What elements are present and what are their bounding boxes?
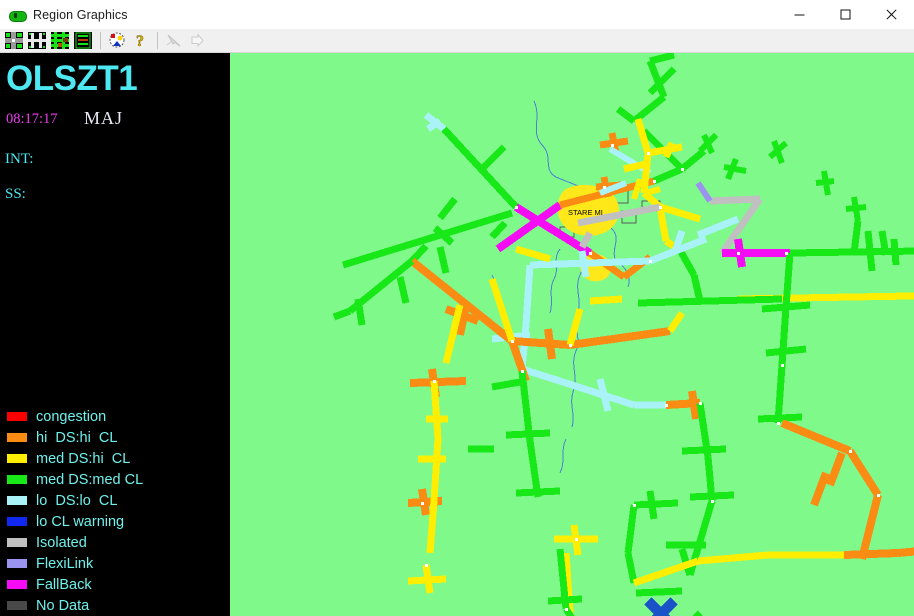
- status-badge: MAJ: [84, 108, 124, 128]
- clock-row: 08:17:17 MAJ: [6, 108, 226, 133]
- legend-swatch: [5, 515, 29, 528]
- svg-text:?: ?: [136, 33, 144, 49]
- toolbar-separator-2: [157, 32, 158, 49]
- legend-label: lo CL warning: [36, 513, 125, 530]
- legend-label: congestion: [36, 408, 107, 425]
- help-icon[interactable]: ?: [129, 30, 151, 51]
- legend: congestion hi DS:hi CL med DS:hi CL med …: [0, 406, 230, 616]
- clock: 08:17:17: [6, 111, 58, 127]
- int-label: INT:: [5, 151, 34, 167]
- title-bar: Region Graphics: [0, 0, 914, 30]
- list-view-icon[interactable]: [72, 30, 94, 51]
- legend-swatch: [5, 410, 29, 423]
- toolbar: ?: [0, 29, 914, 53]
- legend-swatch: [5, 578, 29, 591]
- legend-swatch: [5, 431, 29, 444]
- legend-label: FallBack: [36, 576, 92, 593]
- page-title: OLSZT1: [6, 59, 138, 98]
- legend-swatch: [5, 599, 29, 612]
- town-label: STARE MI: [568, 208, 603, 217]
- legend-label: med DS:hi CL: [36, 450, 131, 467]
- legend-label: med DS:med CL: [36, 471, 144, 488]
- legend-swatch: [5, 557, 29, 570]
- status-panel: OLSZT1 08:17:17 MAJ INT: SS: congestion …: [0, 53, 230, 616]
- legend-item[interactable]: hi DS:hi CL: [0, 427, 230, 448]
- legend-swatch: [5, 494, 29, 507]
- undo-pick-icon: [163, 30, 185, 51]
- window-controls: [776, 0, 914, 29]
- palette-icon[interactable]: [106, 30, 128, 51]
- legend-item[interactable]: FlexiLink: [0, 553, 230, 574]
- legend-swatch: [5, 536, 29, 549]
- legend-label: Isolated: [36, 534, 87, 551]
- window-title: Region Graphics: [33, 7, 128, 22]
- forward-arrow-icon: [186, 30, 208, 51]
- legend-label: lo DS:lo CL: [36, 492, 118, 509]
- legend-item[interactable]: med DS:med CL: [0, 469, 230, 490]
- legend-label: hi DS:hi CL: [36, 429, 118, 446]
- legend-item[interactable]: lo CL warning: [0, 511, 230, 532]
- region-graphics-window: Region Graphics ? OLSZT1 08:17:17 MAJ IN…: [0, 0, 914, 616]
- minimize-button[interactable]: [776, 0, 822, 29]
- legend-swatch: [5, 473, 29, 486]
- legend-item[interactable]: No Data: [0, 595, 230, 616]
- matrix-view-icon[interactable]: [49, 30, 71, 51]
- schematic-view-icon[interactable]: [26, 30, 48, 51]
- legend-label: FlexiLink: [36, 555, 94, 572]
- close-button[interactable]: [868, 0, 914, 29]
- legend-label: No Data: [36, 597, 90, 614]
- legend-item[interactable]: FallBack: [0, 574, 230, 595]
- legend-item[interactable]: med DS:hi CL: [0, 448, 230, 469]
- toolbar-separator-1: [100, 32, 101, 49]
- legend-item[interactable]: lo DS:lo CL: [0, 490, 230, 511]
- legend-swatch: [5, 452, 29, 465]
- maximize-button[interactable]: [822, 0, 868, 29]
- legend-item[interactable]: Isolated: [0, 532, 230, 553]
- legend-item[interactable]: congestion: [0, 406, 230, 427]
- ss-label: SS:: [5, 186, 26, 202]
- network-map[interactable]: STARE MI: [230, 53, 914, 616]
- grid-view-icon[interactable]: [3, 30, 25, 51]
- region-graphics-icon: [8, 6, 27, 24]
